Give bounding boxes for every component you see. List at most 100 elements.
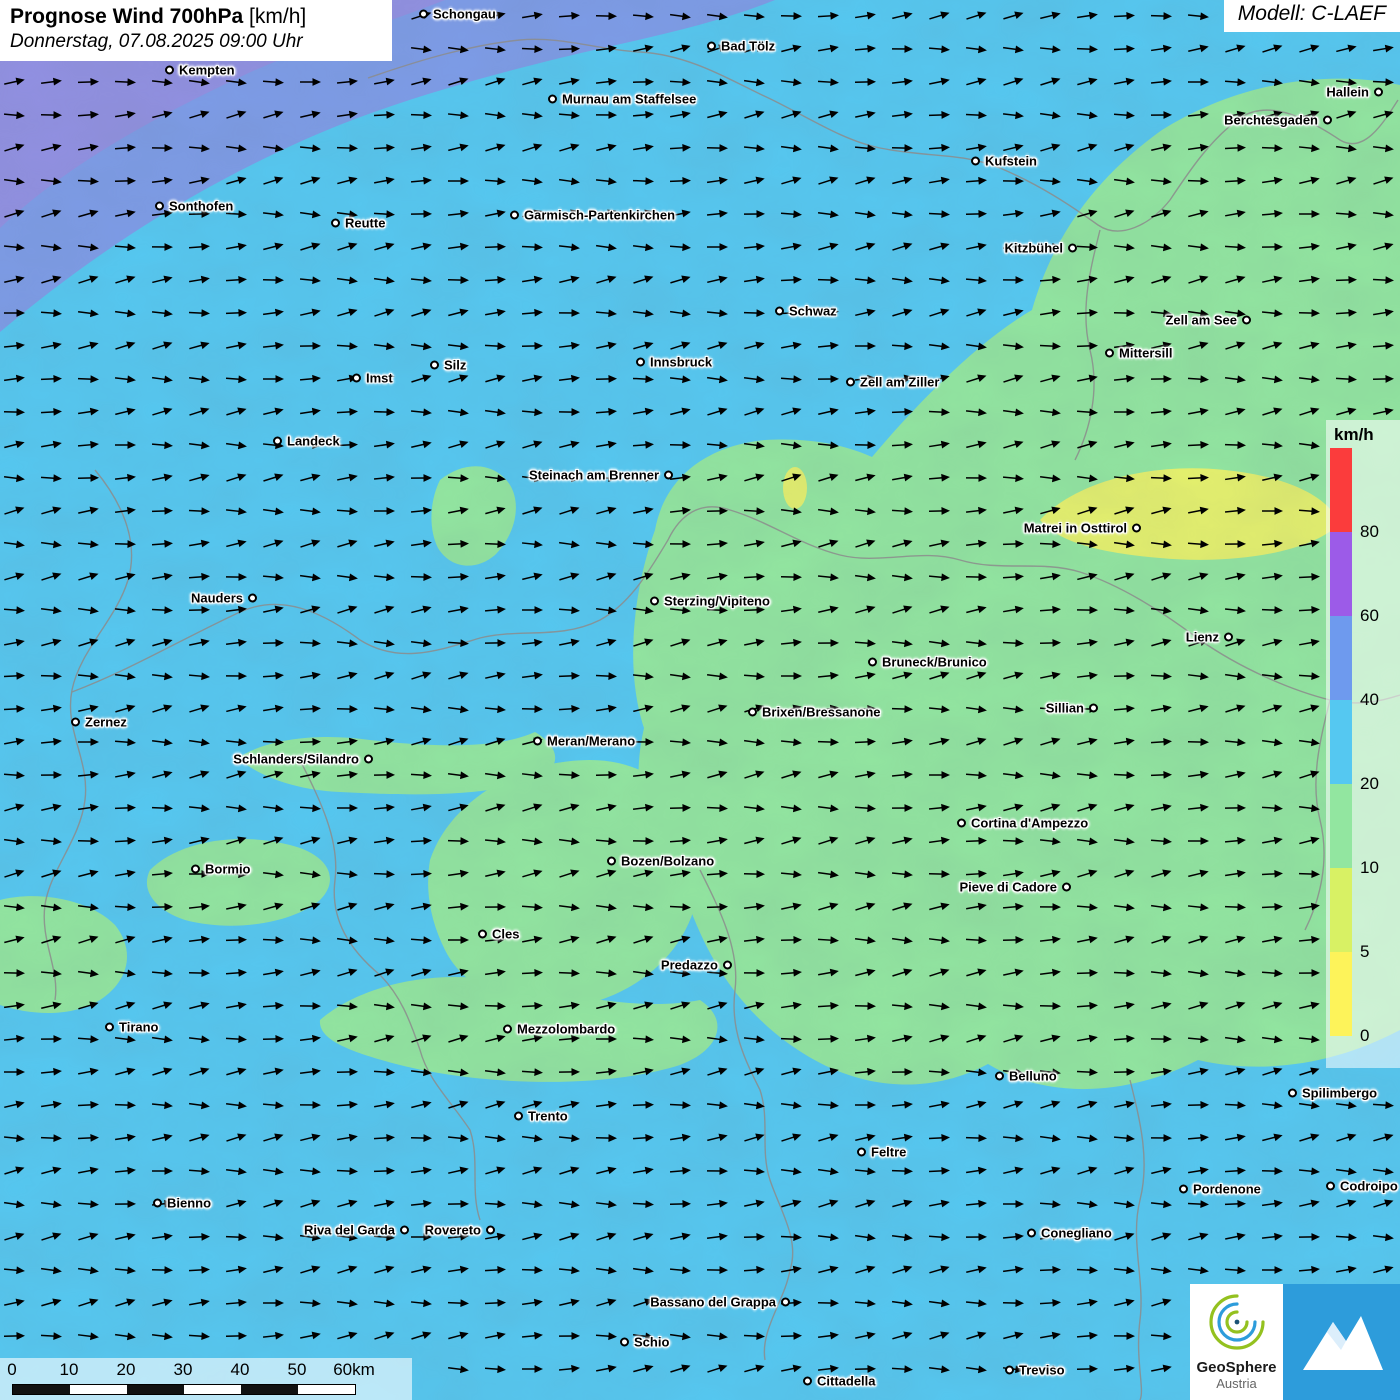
city-marker bbox=[273, 437, 282, 446]
legend-tick-label: 0 bbox=[1360, 1026, 1369, 1046]
scale-segment bbox=[241, 1385, 298, 1394]
scale-label: 60km bbox=[333, 1360, 375, 1380]
city-label: Zernez bbox=[85, 715, 127, 730]
city-zell-am-see: Zell am See bbox=[1165, 313, 1251, 328]
city-codroipo: Codroipo bbox=[1326, 1179, 1398, 1194]
city-label: Lienz bbox=[1186, 630, 1219, 645]
city-label: Steinach am Brenner bbox=[529, 468, 659, 483]
city-label: Schlanders/Silandro bbox=[233, 752, 359, 767]
scale-bar-segments bbox=[12, 1384, 356, 1395]
city-marker bbox=[533, 737, 542, 746]
city-marker bbox=[846, 378, 855, 387]
city-garmisch-partenkirchen: Garmisch-Partenkirchen bbox=[510, 208, 675, 223]
city-marker bbox=[775, 307, 784, 316]
scale-segment bbox=[13, 1385, 70, 1394]
city-belluno: Belluno bbox=[995, 1069, 1057, 1084]
city-bruneck-brunico: Bruneck/Brunico bbox=[868, 655, 987, 670]
city-label: Conegliano bbox=[1041, 1226, 1112, 1241]
legend-tick-label: 40 bbox=[1360, 690, 1379, 710]
city-sterzing-vipiteno: Sterzing/Vipiteno bbox=[650, 594, 770, 609]
legend-swatch-40 bbox=[1330, 616, 1352, 700]
city-marker bbox=[400, 1226, 409, 1235]
city-pieve-di-cadore: Pieve di Cadore bbox=[959, 880, 1071, 895]
city-marker bbox=[620, 1338, 629, 1347]
city-marker bbox=[707, 42, 716, 51]
city-schongau: Schongau bbox=[419, 7, 496, 22]
city-label: Innsbruck bbox=[650, 355, 712, 370]
city-label: Trento bbox=[528, 1109, 568, 1124]
city-label: Mittersill bbox=[1119, 346, 1172, 361]
city-marker bbox=[503, 1025, 512, 1034]
city-label: Schwaz bbox=[789, 304, 837, 319]
city-label: Garmisch-Partenkirchen bbox=[524, 208, 675, 223]
scale-label: 40 bbox=[231, 1360, 250, 1380]
title-parameter: Prognose Wind 700hPa bbox=[10, 5, 243, 28]
map-valid-time: Donnerstag, 07.08.2025 09:00 Uhr bbox=[10, 30, 382, 54]
mountain-icon bbox=[1283, 1284, 1400, 1400]
scale-segment bbox=[298, 1385, 355, 1394]
scale-label: 0 bbox=[7, 1360, 16, 1380]
scale-label: 20 bbox=[117, 1360, 136, 1380]
city-label: Tirano bbox=[119, 1020, 159, 1035]
legend-swatch-20 bbox=[1330, 700, 1352, 784]
city-label: Hallein bbox=[1326, 85, 1369, 100]
city-cortina-d-ampezzo: Cortina d'Ampezzo bbox=[957, 816, 1088, 831]
city-pordenone: Pordenone bbox=[1179, 1182, 1261, 1197]
city-label: Kitzbühel bbox=[1005, 241, 1064, 256]
city-marker bbox=[1027, 1229, 1036, 1238]
legend-swatch-0 bbox=[1330, 952, 1352, 1036]
city-label: Schongau bbox=[433, 7, 496, 22]
city-marker bbox=[723, 961, 732, 970]
city-label: Imst bbox=[366, 371, 393, 386]
geosphere-logo-panel: GeoSphere Austria bbox=[1190, 1284, 1283, 1400]
model-label: Modell: C-LAEF bbox=[1224, 0, 1400, 32]
city-label: Riva del Garda bbox=[304, 1223, 395, 1238]
city-label: Bad Tölz bbox=[721, 39, 775, 54]
city-treviso: Treviso bbox=[1005, 1363, 1065, 1378]
map-title-panel: Prognose Wind 700hPa [km/h] Donnerstag, … bbox=[0, 0, 392, 61]
city-schwaz: Schwaz bbox=[775, 304, 837, 319]
wind-forecast-map-page: SchongauBad TölzKemptenMurnau am Staffel… bbox=[0, 0, 1400, 1400]
title-unit: [km/h] bbox=[243, 5, 306, 28]
city-marker bbox=[1374, 88, 1383, 97]
city-label: Zell am Ziller bbox=[860, 375, 939, 390]
city-marker bbox=[331, 219, 340, 228]
legend-tick-label: 5 bbox=[1360, 942, 1369, 962]
city-silz: Silz bbox=[430, 358, 466, 373]
city-label: Brixen/Bressanone bbox=[762, 705, 881, 720]
city-innsbruck: Innsbruck bbox=[636, 355, 712, 370]
city-schlanders-silandro: Schlanders/Silandro bbox=[233, 752, 373, 767]
city-mezzolombardo: Mezzolombardo bbox=[503, 1022, 615, 1037]
city-landeck: Landeck bbox=[273, 434, 340, 449]
city-label: Spilimbergo bbox=[1302, 1086, 1377, 1101]
legend-tick-label: 10 bbox=[1360, 858, 1379, 878]
scale-segment bbox=[70, 1385, 127, 1394]
city-marker bbox=[165, 66, 174, 75]
city-reutte: Reutte bbox=[331, 216, 385, 231]
city-label: Cles bbox=[492, 927, 519, 942]
city-conegliano: Conegliano bbox=[1027, 1226, 1112, 1241]
city-marker bbox=[650, 597, 659, 606]
city-marker bbox=[248, 594, 257, 603]
city-label: Cittadella bbox=[817, 1374, 876, 1389]
city-marker bbox=[636, 358, 645, 367]
city-marker bbox=[1288, 1089, 1297, 1098]
city-label: Feltre bbox=[871, 1145, 906, 1160]
city-cles: Cles bbox=[478, 927, 519, 942]
city-label: Bienno bbox=[167, 1196, 211, 1211]
city-marker bbox=[607, 857, 616, 866]
city-marker bbox=[419, 10, 428, 19]
distance-scale-bar: 0102030405060km bbox=[0, 1358, 412, 1400]
legend-swatch-60 bbox=[1330, 532, 1352, 616]
scale-label: 50 bbox=[288, 1360, 307, 1380]
city-label: Sterzing/Vipiteno bbox=[664, 594, 770, 609]
city-marker bbox=[486, 1226, 495, 1235]
scale-segment bbox=[127, 1385, 184, 1394]
city-label: Bassano del Grappa bbox=[650, 1295, 776, 1310]
city-label: Silz bbox=[444, 358, 466, 373]
city-imst: Imst bbox=[352, 371, 393, 386]
city-sonthofen: Sonthofen bbox=[155, 199, 233, 214]
city-marker bbox=[430, 361, 439, 370]
city-marker bbox=[1224, 633, 1233, 642]
city-bormio: Bormio bbox=[191, 862, 251, 877]
